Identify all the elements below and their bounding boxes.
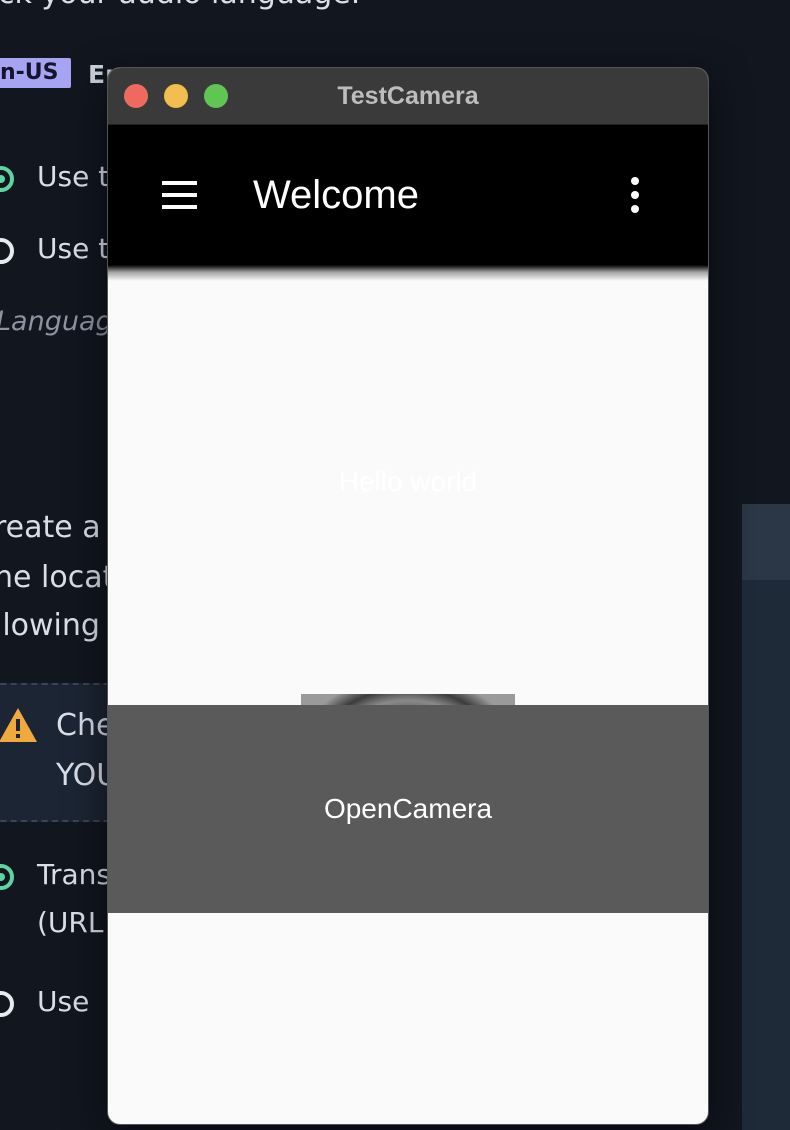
main-content: Hello world OpenCamera	[108, 281, 708, 913]
open-camera-button-label: OpenCamera	[323, 793, 493, 824]
radio-option-3[interactable]	[0, 864, 14, 890]
app-bar: Welcome	[108, 125, 708, 265]
app-bar-title: Welcome	[253, 173, 419, 217]
paragraph-line-3: llowing	[0, 608, 100, 643]
warning-icon	[0, 708, 37, 742]
radio-option-3-label: Trans	[37, 858, 111, 891]
language-hint: Languag	[0, 306, 113, 337]
hamburger-menu-icon[interactable]	[156, 175, 200, 215]
radio-option-4[interactable]	[0, 991, 14, 1017]
more-vertical-icon[interactable]	[620, 173, 650, 217]
language-code-badge: n-US	[0, 58, 71, 88]
paragraph-line-2: ne locat	[0, 560, 115, 595]
warning-line-1: Che	[56, 708, 115, 743]
bg-heading: ck your audio language.	[0, 0, 360, 11]
radio-option-2-label: Use t	[37, 232, 110, 265]
app-window: TestCamera Welcome Hello world OpenCamer…	[108, 68, 708, 1124]
radio-option-4-label: Use	[37, 985, 90, 1018]
open-camera-button[interactable]: OpenCamera	[108, 705, 708, 913]
radio-option-1[interactable]	[0, 166, 14, 192]
window-title: TestCamera	[337, 82, 479, 110]
side-panel-header	[742, 504, 790, 580]
radio-option-1-label: Use t	[37, 160, 110, 193]
paragraph-line-1: reate a	[0, 510, 101, 545]
warning-callout	[0, 683, 120, 822]
radio-option-2[interactable]	[0, 238, 14, 264]
hello-text: Hello world	[338, 466, 478, 497]
app-bar-shadow	[108, 265, 708, 281]
window-titlebar[interactable]: TestCamera	[108, 68, 708, 125]
side-panel	[742, 504, 790, 1130]
radio-option-3-label-line2: (URL	[37, 906, 104, 939]
